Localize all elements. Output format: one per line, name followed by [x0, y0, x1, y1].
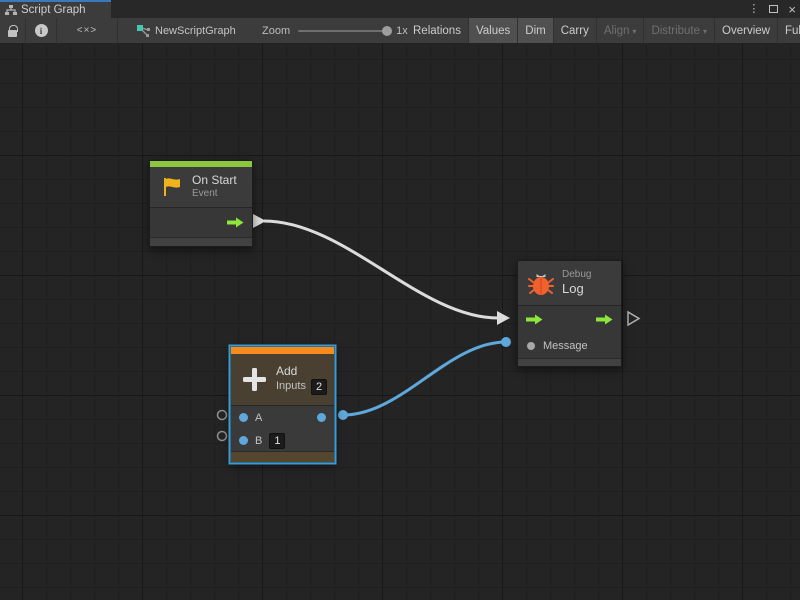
zoom-slider-handle[interactable] — [382, 26, 392, 36]
node-footer — [150, 237, 252, 246]
full-screen-button[interactable]: Full Screen — [778, 18, 800, 43]
plus-icon — [241, 366, 268, 393]
value-output-dot-add[interactable] — [338, 410, 348, 420]
flag-icon — [160, 175, 184, 199]
maximize-icon[interactable] — [769, 5, 778, 13]
control-output-arrow-unconnected[interactable] — [628, 312, 639, 325]
inputs-label: Inputs — [276, 380, 306, 394]
dim-button[interactable]: Dim — [518, 18, 553, 43]
graph-breadcrumb[interactable]: NewScriptGraph — [136, 18, 236, 43]
relations-button[interactable]: Relations — [406, 18, 469, 43]
port-b-label: B — [255, 435, 262, 447]
value-output-port[interactable] — [317, 413, 326, 422]
distribute-button[interactable]: Distribute ▾ — [644, 18, 715, 43]
inputs-count-field[interactable]: 2 — [311, 379, 327, 395]
value-input-dot-message[interactable] — [501, 337, 511, 347]
zoom-label: Zoom — [262, 25, 290, 37]
chevron-down-icon: ▾ — [632, 27, 636, 36]
port-b-value-field[interactable]: 1 — [269, 433, 285, 449]
bug-icon — [528, 271, 554, 296]
node-footer — [518, 358, 621, 366]
value-wire-add-to-message[interactable] — [343, 342, 506, 415]
overview-button[interactable]: Overview — [715, 18, 778, 43]
value-input-port-a[interactable] — [239, 413, 248, 422]
message-input-port[interactable] — [527, 342, 535, 350]
graph-name-label: NewScriptGraph — [155, 25, 236, 37]
edit-source-button[interactable]: <×> — [57, 18, 118, 43]
values-button[interactable]: Values — [469, 18, 518, 43]
zoom-slider[interactable] — [298, 30, 388, 32]
code-icon: <×> — [77, 25, 98, 36]
node-footer — [231, 451, 334, 462]
control-wire-onstart-to-log[interactable] — [264, 221, 498, 318]
port-a-label: A — [255, 412, 262, 424]
control-output-arrow-onstart[interactable] — [253, 214, 266, 228]
node-on-start[interactable]: On Start Event — [149, 160, 253, 247]
script-graph-asset-icon — [136, 24, 150, 38]
carry-button[interactable]: Carry — [554, 18, 597, 43]
chevron-down-icon: ▾ — [703, 27, 707, 36]
align-button[interactable]: Align ▾ — [597, 18, 645, 43]
info-icon: i — [35, 24, 48, 37]
node-title: Log — [562, 281, 591, 297]
lock-button[interactable] — [0, 18, 26, 43]
node-title: On Start — [192, 173, 237, 188]
value-input-port-b[interactable] — [239, 436, 248, 445]
graph-canvas[interactable]: On Start Event — [0, 44, 800, 600]
graph-toolbar: i <×> NewScriptGraph Zoom 1x Relations — [0, 18, 800, 44]
toolbar-buttons: Relations Values Dim Carry Align ▾ Distr… — [406, 18, 800, 43]
flow-output-port[interactable] — [596, 314, 613, 325]
script-graph-icon — [5, 4, 17, 16]
tab-title: Script Graph — [21, 4, 86, 16]
flow-output-port[interactable] — [227, 217, 244, 228]
value-input-ring-a[interactable] — [218, 411, 227, 420]
flow-input-port[interactable] — [526, 314, 543, 325]
wire-layer — [0, 44, 800, 600]
node-title: Add — [276, 364, 327, 379]
close-icon[interactable]: × — [788, 3, 796, 16]
node-add[interactable]: Add Inputs 2 A B 1 — [230, 346, 335, 463]
lock-icon — [8, 30, 17, 37]
window-menu-icon[interactable]: ⋮ — [748, 4, 759, 15]
tab-script-graph[interactable]: Script Graph — [0, 0, 111, 18]
info-button[interactable]: i — [26, 18, 57, 43]
title-bar: Script Graph ⋮ × — [0, 0, 800, 18]
control-input-arrow-log[interactable] — [497, 311, 510, 325]
warning-color-bar — [231, 347, 334, 354]
message-port-label: Message — [543, 340, 588, 352]
node-group-label: Debug — [562, 269, 591, 282]
node-subtitle: Event — [192, 188, 237, 201]
node-debug-log[interactable]: Debug Log Message — [517, 260, 622, 367]
value-input-ring-b[interactable] — [218, 432, 227, 441]
